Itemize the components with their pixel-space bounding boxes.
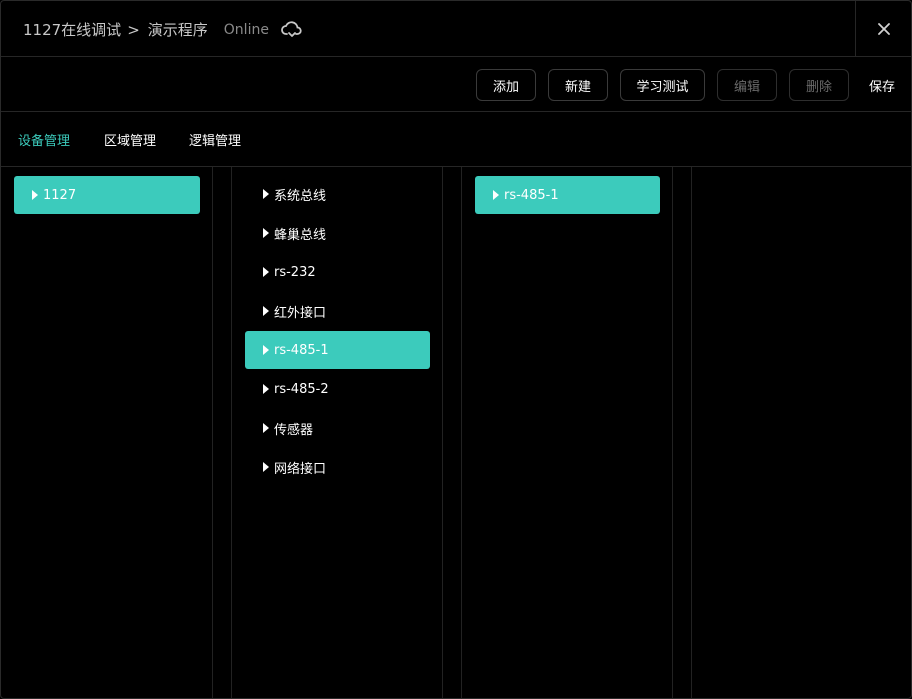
column-divider <box>212 167 213 698</box>
add-button[interactable]: 添加 <box>476 69 536 101</box>
tab-logic-management[interactable]: 逻辑管理 <box>189 130 241 149</box>
interface-item[interactable]: rs-232 <box>245 253 430 291</box>
close-button[interactable] <box>855 1 911 56</box>
list-item-label: rs-485-1 <box>504 187 559 203</box>
column-divider <box>231 167 232 698</box>
list-item-label: 红外接口 <box>274 305 327 321</box>
caret-right-icon <box>263 384 269 394</box>
breadcrumb-project[interactable]: 1127在线调试 <box>23 19 121 40</box>
caret-right-icon <box>32 190 38 200</box>
debug-window: 1127在线调试 > 演示程序 Online 添加 新建 学习测试 编辑 删除 … <box>0 0 912 699</box>
caret-right-icon <box>263 345 269 355</box>
list-item-label: 网络接口 <box>274 461 327 477</box>
interface-item[interactable]: 传感器 <box>245 409 430 447</box>
interface-item[interactable]: 红外接口 <box>245 292 430 330</box>
caret-right-icon <box>493 190 499 200</box>
delete-button[interactable]: 删除 <box>789 69 849 101</box>
tab-device-management[interactable]: 设备管理 <box>18 130 70 149</box>
toolbar: 添加 新建 学习测试 编辑 删除 保存 <box>1 57 911 112</box>
close-icon <box>877 22 890 35</box>
device-item-1127[interactable]: 1127 <box>14 176 200 214</box>
breadcrumb-program: 演示程序 <box>147 21 208 39</box>
interface-item[interactable]: 系统总线 <box>245 175 430 213</box>
caret-right-icon <box>263 267 269 277</box>
list-item-label: rs-485-2 <box>274 381 329 397</box>
tab-area-management[interactable]: 区域管理 <box>104 130 156 149</box>
caret-right-icon <box>263 423 269 433</box>
connection-status: Online <box>223 21 269 38</box>
caret-right-icon <box>263 189 269 199</box>
breadcrumb-separator: > <box>127 20 140 39</box>
column-divider <box>442 167 443 698</box>
list-item-label: 传感器 <box>274 422 314 438</box>
new-button[interactable]: 新建 <box>548 69 608 101</box>
list-item-label: 1127 <box>43 187 77 203</box>
save-button[interactable]: 保存 <box>861 69 903 101</box>
interface-item-selected[interactable]: rs-485-1 <box>245 331 430 369</box>
cloud-sync-icon[interactable] <box>281 20 303 39</box>
list-item-label: rs-232 <box>274 264 316 280</box>
caret-right-icon <box>263 462 269 472</box>
interface-item[interactable]: 网络接口 <box>245 448 430 486</box>
list-item-label: 系统总线 <box>274 188 327 204</box>
list-item-label: 蜂巢总线 <box>274 227 327 243</box>
learn-test-button[interactable]: 学习测试 <box>620 69 705 101</box>
caret-right-icon <box>263 228 269 238</box>
column-divider <box>672 167 673 698</box>
column-divider <box>461 167 462 698</box>
title-bar: 1127在线调试 > 演示程序 Online <box>1 1 911 57</box>
breadcrumb: 1127在线调试 > 演示程序 Online <box>23 19 303 40</box>
column-divider <box>691 167 692 698</box>
list-item-label: rs-485-1 <box>274 342 329 358</box>
edit-button[interactable]: 编辑 <box>717 69 777 101</box>
interface-item[interactable]: 蜂巢总线 <box>245 214 430 252</box>
caret-right-icon <box>263 306 269 316</box>
tab-bar: 设备管理 区域管理 逻辑管理 <box>1 112 911 167</box>
interface-item[interactable]: rs-485-2 <box>245 370 430 408</box>
channel-item-selected[interactable]: rs-485-1 <box>475 176 660 214</box>
